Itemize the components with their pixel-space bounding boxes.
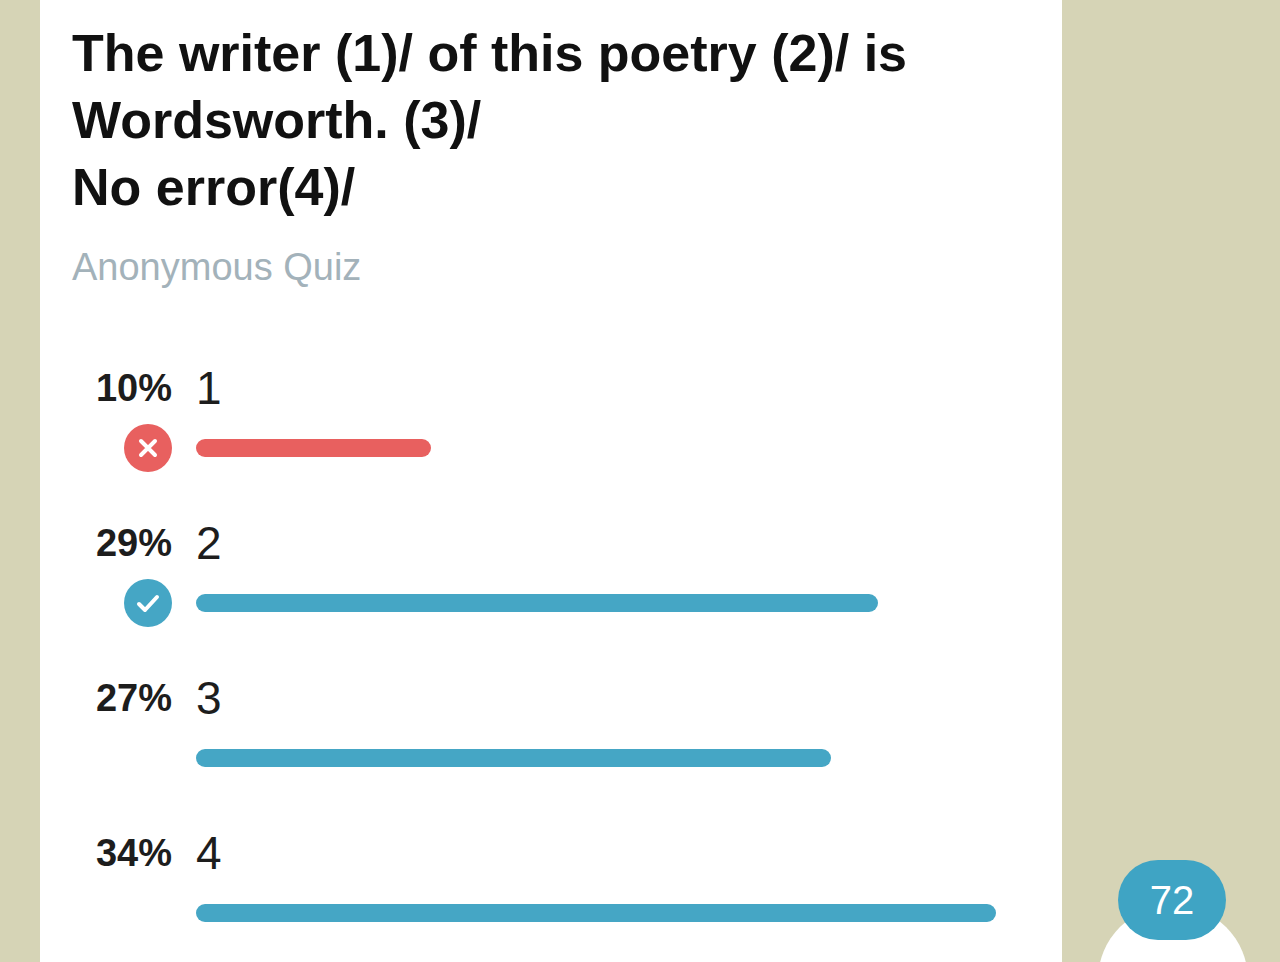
option-label: 3 bbox=[196, 668, 996, 728]
option-label: 2 bbox=[196, 513, 996, 573]
quiz-options: 10% 1 29% 2 27% 3 34% 4 bbox=[72, 358, 1038, 943]
option-label: 1 bbox=[196, 358, 996, 418]
option-percent: 27% bbox=[72, 677, 172, 720]
option-mark bbox=[72, 418, 172, 478]
wrong-answer-icon bbox=[124, 424, 172, 472]
quiz-type: Anonymous Quiz bbox=[72, 221, 1038, 313]
question-line: The writer (1)/ of this poetry (2)/ is bbox=[72, 20, 1038, 87]
quiz-card: The writer (1)/ of this poetry (2)/ isWo… bbox=[40, 0, 1062, 962]
question-line: No error(4)/ bbox=[72, 154, 1038, 221]
option-percent: 34% bbox=[72, 832, 172, 875]
quiz-option[interactable]: 10% 1 bbox=[72, 358, 1038, 478]
option-mark bbox=[72, 573, 172, 633]
quiz-option[interactable]: 29% 2 bbox=[72, 513, 1038, 633]
option-bar bbox=[196, 594, 878, 612]
chat-page: The writer (1)/ of this poetry (2)/ isWo… bbox=[0, 0, 1280, 962]
option-bar bbox=[196, 749, 831, 767]
option-bar bbox=[196, 904, 996, 922]
quiz-question: The writer (1)/ of this poetry (2)/ isWo… bbox=[72, 20, 1038, 221]
unread-badge[interactable]: 72 bbox=[1118, 860, 1226, 940]
question-line: Wordsworth. (3)/ bbox=[72, 87, 1038, 154]
quiz-option[interactable]: 27% 3 bbox=[72, 668, 1038, 788]
option-label: 4 bbox=[196, 823, 996, 883]
quiz-option[interactable]: 34% 4 bbox=[72, 823, 1038, 943]
option-bar bbox=[196, 439, 431, 457]
option-percent: 29% bbox=[72, 522, 172, 565]
correct-answer-icon bbox=[124, 579, 172, 627]
option-percent: 10% bbox=[72, 367, 172, 410]
